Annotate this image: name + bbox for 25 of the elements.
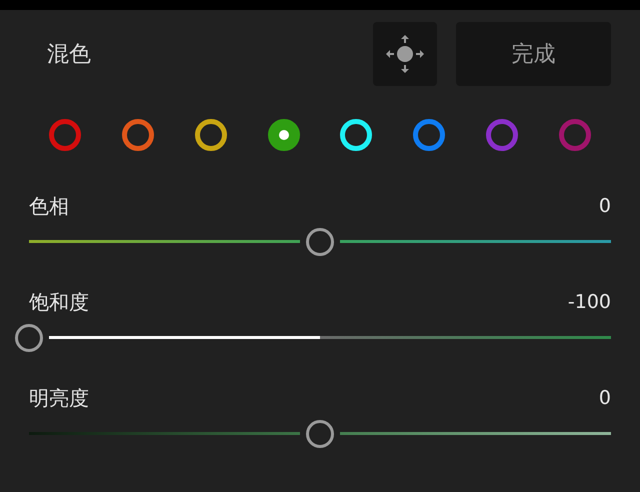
slider-thumb[interactable] bbox=[306, 420, 334, 448]
slider-track[interactable] bbox=[29, 432, 300, 435]
color-swatch[interactable] bbox=[122, 119, 154, 151]
slider-track[interactable] bbox=[49, 336, 611, 339]
color-swatch[interactable] bbox=[49, 119, 81, 151]
color-swatch[interactable] bbox=[194, 119, 227, 151]
slider-label: 色相 bbox=[29, 192, 69, 220]
move-icon bbox=[385, 34, 425, 74]
slider-track[interactable] bbox=[29, 240, 300, 243]
slider-value: 0 bbox=[598, 387, 611, 409]
color-swatch[interactable] bbox=[486, 119, 518, 151]
slider-label: 饱和度 bbox=[29, 288, 89, 316]
slider-thumb[interactable] bbox=[306, 228, 334, 256]
slider-track[interactable] bbox=[340, 240, 611, 243]
done-button[interactable]: 完成 bbox=[456, 22, 611, 86]
slider-value: -100 bbox=[568, 291, 611, 313]
color-swatch[interactable] bbox=[268, 119, 300, 151]
slider-track[interactable] bbox=[340, 432, 611, 435]
color-swatch[interactable] bbox=[558, 119, 591, 151]
slider-label: 明亮度 bbox=[29, 384, 89, 412]
panel-title: 混色 bbox=[47, 41, 92, 69]
color-swatch[interactable] bbox=[413, 119, 446, 151]
slider-value: 0 bbox=[598, 195, 611, 217]
move-button[interactable] bbox=[373, 22, 437, 86]
slider-thumb[interactable] bbox=[15, 324, 43, 352]
